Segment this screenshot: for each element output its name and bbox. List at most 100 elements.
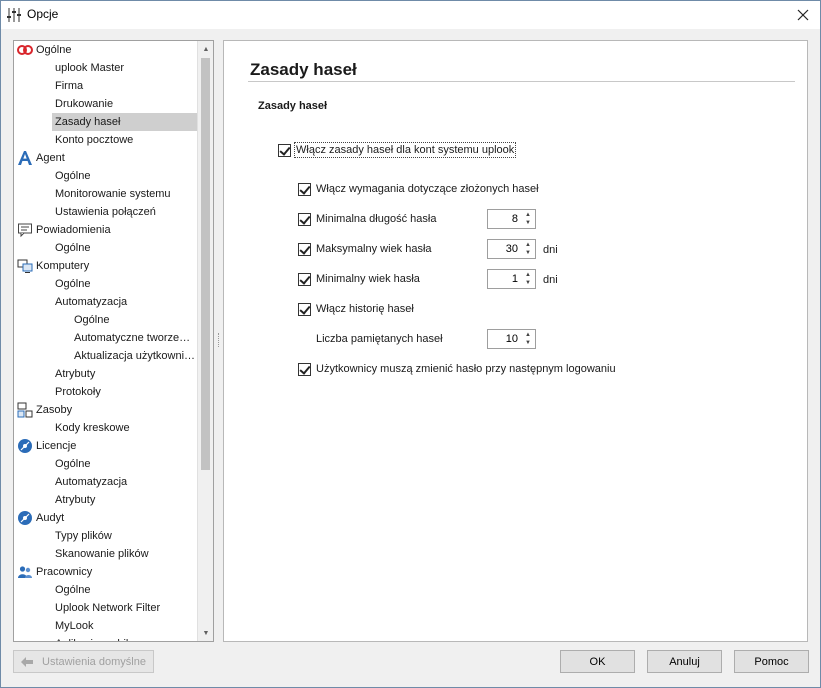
tree-item-automatyzacja[interactable]: Automatyzacja — [14, 473, 197, 491]
max-age-checkbox[interactable] — [298, 243, 311, 256]
tree-item-kody-kreskowe[interactable]: Kody kreskowe — [14, 419, 197, 437]
min-age-label[interactable]: Minimalny wiek hasła — [316, 273, 420, 285]
min-age-value[interactable]: 1 — [512, 273, 518, 285]
tree-item-agent[interactable]: Agent — [14, 149, 197, 167]
tree-item-label: Agent — [36, 152, 65, 164]
spin-down-icon[interactable]: ▼ — [522, 219, 534, 227]
tree-item-zasoby[interactable]: Zasoby — [14, 401, 197, 419]
scroll-up-arrow-icon[interactable]: ▲ — [198, 41, 213, 57]
enable-password-policies-checkbox[interactable] — [278, 144, 291, 157]
tree-item-label: Atrybuty — [55, 368, 96, 380]
scroll-thumb[interactable] — [201, 58, 210, 470]
tree-item-label: Komputery — [36, 260, 90, 272]
spin-down-icon[interactable]: ▼ — [522, 339, 534, 347]
complex-passwords-label[interactable]: Włącz wymagania dotyczące złożonych hase… — [316, 183, 539, 195]
tree-item-label: Ustawienia połączeń — [55, 206, 156, 218]
tree-item-label: MyLook — [55, 620, 94, 632]
tree-item-label: Automatyzacja — [55, 296, 128, 308]
tree-item-uplook-master[interactable]: uplook Master — [14, 59, 197, 77]
tree-item-label: Protokoły — [55, 386, 101, 398]
tree-item-monitorowanie-systemu[interactable]: Monitorowanie systemu — [14, 185, 197, 203]
tree-item-firma[interactable]: Firma — [14, 77, 197, 95]
tree-item-label: Atrybuty — [55, 494, 96, 506]
close-icon — [797, 9, 809, 21]
tree-item-mylook[interactable]: MyLook — [14, 617, 197, 635]
tree-item-uplook-network-filter[interactable]: Uplook Network Filter — [14, 599, 197, 617]
tree-item-ustawienia-połączeń[interactable]: Ustawienia połączeń — [14, 203, 197, 221]
tree-item-ogólne[interactable]: Ogólne — [14, 455, 197, 473]
panel-splitter[interactable] — [218, 333, 221, 347]
tree-scrollbar[interactable]: ▲ ▼ — [197, 41, 213, 641]
restore-defaults-button[interactable]: Ustawienia domyślne — [13, 650, 154, 673]
spin-up-icon[interactable]: ▲ — [522, 271, 534, 279]
tree-item-label: Ogólne — [55, 278, 91, 290]
spin-down-icon[interactable]: ▼ — [522, 249, 534, 257]
min-length-spinner[interactable]: 8 ▲ ▼ — [487, 209, 536, 229]
help-button[interactable]: Pomoc — [734, 650, 809, 673]
ok-button[interactable]: OK — [560, 650, 635, 673]
password-history-label[interactable]: Włącz historię haseł — [316, 303, 414, 315]
min-length-label[interactable]: Minimalna długość hasła — [316, 213, 436, 225]
tree-item-automatyzacja[interactable]: Automatyzacja — [14, 293, 197, 311]
notification-icon — [17, 222, 33, 238]
tree-item-aplikacja-mobilna[interactable]: Aplikacja mobilna… — [14, 635, 197, 641]
sliders-icon — [7, 8, 21, 22]
title-bar: Opcje — [1, 1, 820, 29]
tree-item-konto-pocztowe[interactable]: Konto pocztowe — [14, 131, 197, 149]
tree-item-label: Kody kreskowe — [55, 422, 130, 434]
tree-item-ogólne[interactable]: Ogólne — [14, 581, 197, 599]
tree-item-ogólne[interactable]: Ogólne — [14, 239, 197, 257]
ogolne-logo-icon — [17, 42, 33, 58]
tree-item-ogólne[interactable]: Ogólne — [14, 311, 197, 329]
tree-item-audyt[interactable]: Audyt — [14, 509, 197, 527]
tree-item-zasady-haseł[interactable]: Zasady haseł — [52, 113, 197, 131]
tree-item-label: Ogólne — [36, 44, 72, 56]
tree-item-ogólne[interactable]: Ogólne — [14, 41, 197, 59]
tree-item-label: Drukowanie — [55, 98, 114, 110]
tree-item-komputery[interactable]: Komputery — [14, 257, 197, 275]
spin-up-icon[interactable]: ▲ — [522, 211, 534, 219]
tree-item-label: Zasady haseł — [55, 116, 121, 128]
remembered-passwords-value[interactable]: 10 — [506, 333, 518, 345]
tree-item-label: Firma — [55, 80, 84, 92]
tree-item-skanowanie-plików[interactable]: Skanowanie plików — [14, 545, 197, 563]
tree-item-drukowanie[interactable]: Drukowanie — [14, 95, 197, 113]
enable-password-policies-label[interactable]: Włącz zasady haseł dla kont systemu uplo… — [293, 142, 517, 158]
tree-item-typy-plików[interactable]: Typy plików — [14, 527, 197, 545]
remembered-passwords-label: Liczba pamiętanych haseł — [316, 333, 443, 345]
max-age-spinner[interactable]: 30 ▲ ▼ — [487, 239, 536, 259]
min-length-value[interactable]: 8 — [512, 213, 518, 225]
tree-item-ogólne[interactable]: Ogólne — [14, 167, 197, 185]
tree-item-aktualizacja-użytkowni[interactable]: Aktualizacja użytkowni… — [14, 347, 197, 365]
close-button[interactable] — [786, 1, 820, 29]
spin-down-icon[interactable]: ▼ — [522, 279, 534, 287]
tree-item-licencje[interactable]: Licencje — [14, 437, 197, 455]
tree-item-atrybuty[interactable]: Atrybuty — [14, 365, 197, 383]
tree-item-protokoły[interactable]: Protokoły — [14, 383, 197, 401]
min-length-checkbox[interactable] — [298, 213, 311, 226]
max-age-value[interactable]: 30 — [506, 243, 518, 255]
tree-item-label: uplook Master — [55, 62, 125, 74]
tree-item-label: Aktualizacja użytkowni… — [74, 350, 196, 362]
tree-item-ogólne[interactable]: Ogólne — [14, 275, 197, 293]
spin-up-icon[interactable]: ▲ — [522, 331, 534, 339]
restore-defaults-label: Ustawienia domyślne — [42, 655, 146, 668]
max-age-label[interactable]: Maksymalny wiek hasła — [316, 243, 432, 255]
scroll-down-arrow-icon[interactable]: ▼ — [198, 625, 213, 641]
tree-item-pracownicy[interactable]: Pracownicy — [14, 563, 197, 581]
cancel-button[interactable]: Anuluj — [647, 650, 722, 673]
back-arrow-icon — [21, 656, 33, 667]
tree-item-atrybuty[interactable]: Atrybuty — [14, 491, 197, 509]
complex-passwords-checkbox[interactable] — [298, 183, 311, 196]
tree-item-powiadomienia[interactable]: Powiadomienia — [14, 221, 197, 239]
remembered-passwords-spinner[interactable]: 10 ▲ ▼ — [487, 329, 536, 349]
tree-item-label: Automatyzacja — [55, 476, 128, 488]
min-age-spinner[interactable]: 1 ▲ ▼ — [487, 269, 536, 289]
min-age-checkbox[interactable] — [298, 273, 311, 286]
password-history-checkbox[interactable] — [298, 303, 311, 316]
tree-item-label: Audyt — [36, 512, 65, 524]
must-change-password-checkbox[interactable] — [298, 363, 311, 376]
spin-up-icon[interactable]: ▲ — [522, 241, 534, 249]
must-change-password-label[interactable]: Użytkownicy muszą zmienić hasło przy nas… — [316, 363, 616, 375]
tree-item-automatyczne-tworze[interactable]: Automatyczne tworze… — [14, 329, 197, 347]
